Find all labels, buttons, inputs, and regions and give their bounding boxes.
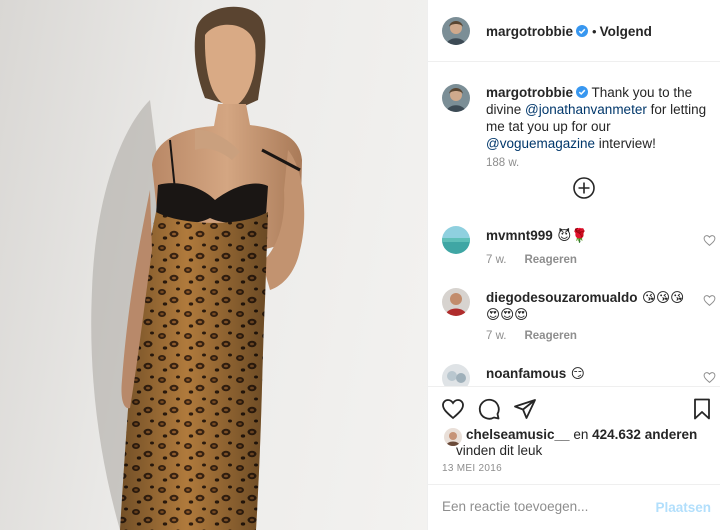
comment-text: 😘😘😘 xyxy=(641,290,685,305)
heart-icon[interactable] xyxy=(441,397,465,421)
likes-summary: chelseamusic__ en 424.632 anderen vinden… xyxy=(442,427,697,459)
comment-text-line2: 😍😍😍 xyxy=(486,307,529,322)
bookmark-icon[interactable] xyxy=(690,397,714,421)
share-icon[interactable] xyxy=(513,397,537,421)
comment-username[interactable]: mvmnt999 xyxy=(486,228,553,243)
comment: mvmnt999 😈🌹 xyxy=(486,227,588,245)
comment-meta: 7 w. Reageren xyxy=(486,330,577,342)
likes-line: chelseamusic__ en 424.632 anderen xyxy=(442,427,697,443)
post-comment-button[interactable]: Plaatsen xyxy=(655,500,711,515)
caption-avatar[interactable] xyxy=(442,84,470,112)
liker-username[interactable]: chelseamusic__ xyxy=(466,427,570,442)
comment-age: 7 w. xyxy=(486,330,507,342)
avatar-image xyxy=(442,17,470,45)
post-header: margotrobbie • Volgend xyxy=(428,0,720,62)
add-comment-bar: Plaatsen xyxy=(428,484,720,530)
following-button[interactable]: Volgend xyxy=(600,24,652,39)
commenter-avatar[interactable] xyxy=(442,226,470,254)
likes-connector: en xyxy=(573,427,589,442)
action-bar xyxy=(428,386,720,426)
author-username[interactable]: margotrobbie xyxy=(486,24,573,39)
caption-text: interview! xyxy=(598,136,656,151)
verified-badge-icon xyxy=(576,86,589,98)
separator-dot: • xyxy=(592,24,597,39)
comment-input[interactable] xyxy=(442,499,642,514)
avatar-image xyxy=(442,84,470,112)
caption-age: 188 w. xyxy=(486,157,520,169)
caption-username[interactable]: margotrobbie xyxy=(486,85,573,100)
comment-meta: 7 w. Reageren xyxy=(486,254,577,266)
post-caption: margotrobbie Thank you to the divine @jo… xyxy=(486,84,714,152)
comment: diegodesouzaromualdo 😘😘😘 😍😍😍 xyxy=(486,289,701,323)
comment-username[interactable]: diegodesouzaromualdo xyxy=(486,290,638,305)
mention-link[interactable]: @voguemagazine xyxy=(486,136,595,151)
verified-badge-icon xyxy=(576,25,589,37)
author-avatar[interactable] xyxy=(442,17,470,45)
avatar-image xyxy=(442,288,470,316)
comment-text: 😏 xyxy=(570,366,585,381)
commenter-avatar[interactable] xyxy=(442,364,470,386)
reply-button[interactable]: Reageren xyxy=(524,330,576,342)
post-side-panel: margotrobbie • Volgend margotrobbie Thank … xyxy=(427,0,720,530)
load-more-icon[interactable] xyxy=(572,176,596,200)
post-photo[interactable] xyxy=(0,0,427,530)
comment-icon[interactable] xyxy=(477,397,501,421)
comment: noanfamous 😏 xyxy=(486,365,585,383)
reply-button[interactable]: Reageren xyxy=(524,254,576,266)
header-row: margotrobbie • Volgend xyxy=(486,23,652,41)
photo-illustration xyxy=(91,6,305,530)
heart-icon[interactable] xyxy=(703,371,716,384)
likes-count[interactable]: 424.632 anderen xyxy=(592,427,697,442)
post-date[interactable]: 13 MEI 2016 xyxy=(442,463,502,474)
avatar-image xyxy=(442,364,470,386)
commenter-avatar[interactable] xyxy=(442,288,470,316)
heart-icon[interactable] xyxy=(703,234,716,247)
comment-text: 😈🌹 xyxy=(557,228,589,243)
comment-clip: noanfamous 😏 xyxy=(428,356,720,386)
mention-link[interactable]: @jonathanvanmeter xyxy=(525,102,647,117)
comment-age: 7 w. xyxy=(486,254,507,266)
comment-username[interactable]: noanfamous xyxy=(486,366,566,381)
avatar-image xyxy=(442,226,470,254)
likes-suffix: vinden dit leuk xyxy=(456,443,543,458)
heart-icon[interactable] xyxy=(703,294,716,307)
